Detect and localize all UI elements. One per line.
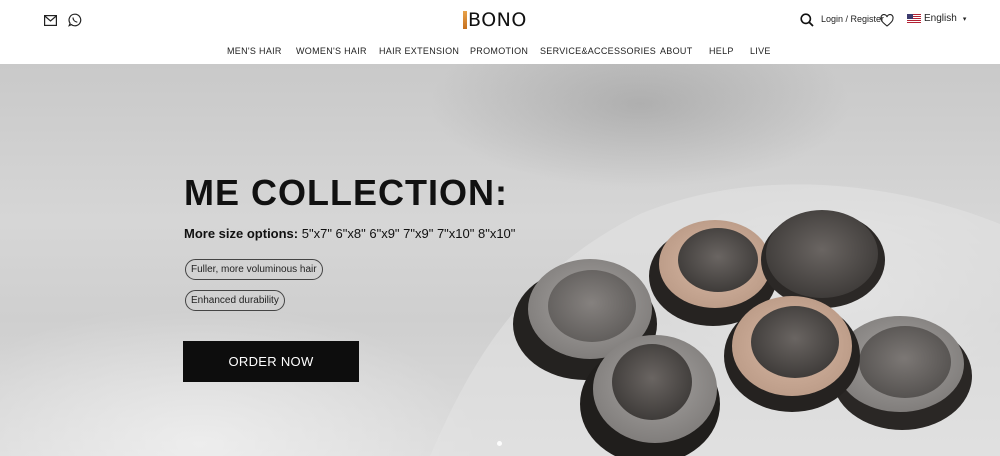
nav-item-help[interactable]: HELP — [709, 46, 734, 56]
hero-title: ME COLLECTION: — [184, 172, 508, 213]
carousel-dot[interactable] — [497, 441, 502, 446]
carousel-indicator — [497, 441, 502, 446]
feature-pill: Fuller, more voluminous hair — [185, 259, 323, 280]
size-options-label: More size options: — [184, 226, 299, 241]
nav-item-promotion[interactable]: PROMOTION — [470, 46, 528, 56]
order-now-button[interactable]: ORDER NOW — [183, 341, 359, 382]
whatsapp-icon[interactable] — [67, 12, 83, 28]
size-options-values: 5"x7" 6"x8" 6"x9" 7"x9" 7"x10" 8"x10" — [301, 226, 516, 241]
nav-item-hair-extension[interactable]: HAIR EXTENSION — [379, 46, 459, 56]
logo[interactable]: BONO — [463, 8, 527, 32]
main-nav: MEN'S HAIR WOMEN'S HAIR HAIR EXTENSION P… — [0, 40, 1000, 64]
nav-item-about[interactable]: ABOUT — [660, 46, 693, 56]
hero-banner[interactable]: ME COLLECTION: More size options: 5"x7" … — [0, 64, 1000, 456]
nav-item-service-accessories[interactable]: SERVICE&ACCESSORIES — [540, 46, 656, 56]
mail-icon[interactable] — [42, 12, 58, 28]
size-options: More size options: 5"x7" 6"x8" 6"x9" 7"x… — [184, 226, 515, 241]
chevron-down-icon: ▾ — [962, 15, 967, 23]
language-selector[interactable]: English ▾ — [907, 13, 966, 24]
nav-item-mens-hair[interactable]: MEN'S HAIR — [227, 46, 282, 56]
login-register-link[interactable]: Login / Register — [821, 14, 884, 24]
us-flag-icon — [907, 14, 921, 23]
hair-systems-image — [430, 184, 1000, 456]
language-label: English — [924, 13, 957, 24]
nav-item-womens-hair[interactable]: WOMEN'S HAIR — [296, 46, 367, 56]
heart-icon[interactable] — [879, 12, 895, 28]
feature-pill: Enhanced durability — [185, 290, 285, 311]
search-icon[interactable] — [799, 12, 815, 28]
nav-item-live[interactable]: LIVE — [750, 46, 771, 56]
logo-mark — [463, 11, 467, 29]
header: BONO Login / Register English ▾ — [0, 0, 1000, 40]
logo-text: BONO — [468, 9, 527, 31]
